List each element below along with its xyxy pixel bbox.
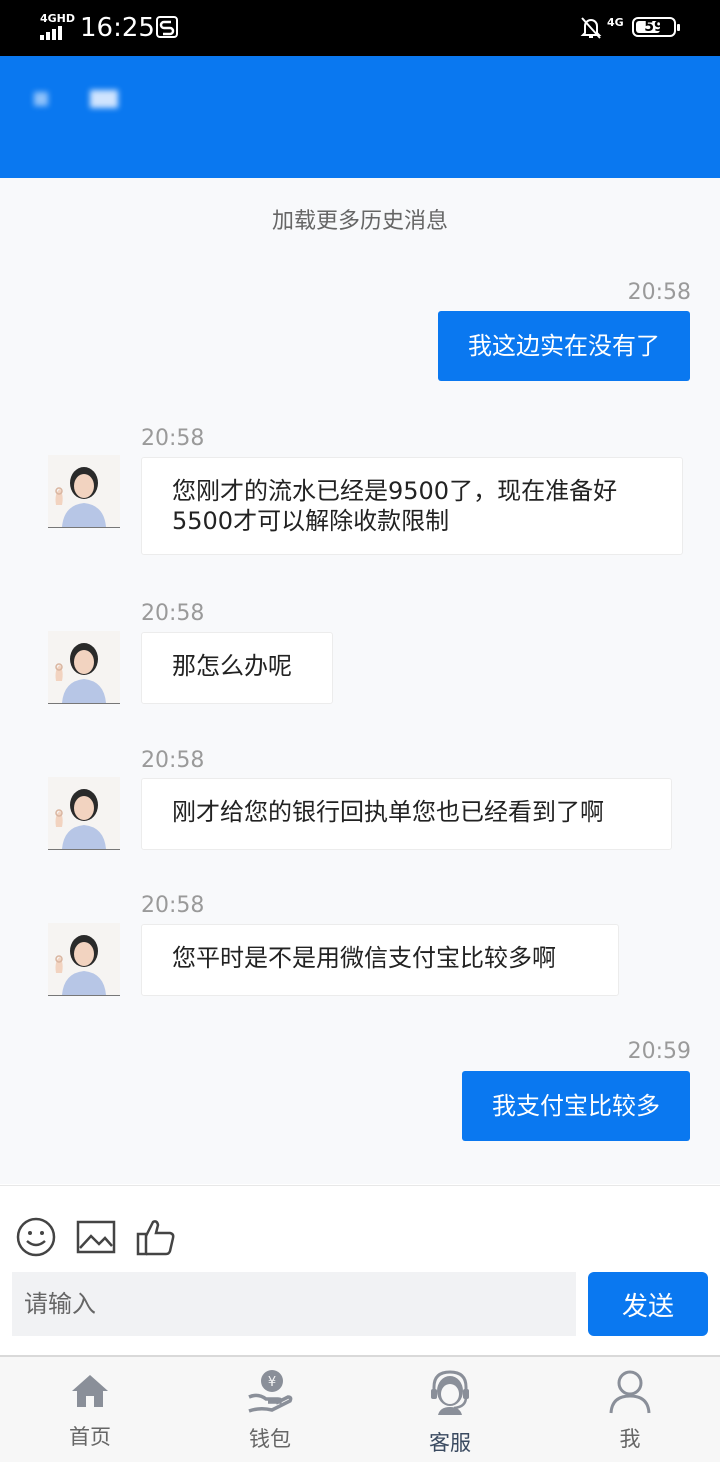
nav-item-home[interactable]: 首页 <box>0 1357 180 1462</box>
signal-icon <box>40 26 70 40</box>
wallet-icon: ¥ <box>248 1370 293 1413</box>
blurred-title-part <box>34 92 48 106</box>
home-icon <box>72 1375 108 1407</box>
bottom-nav: 首页 ¥ 钱包 客服 我 <box>0 1355 720 1462</box>
nav-item-profile[interactable]: 我 <box>540 1357 720 1462</box>
agent-avatar-image <box>48 455 120 527</box>
image-icon[interactable] <box>75 1216 117 1258</box>
message-timestamp: 20:59 <box>627 1039 691 1064</box>
emoji-icon[interactable] <box>15 1216 57 1258</box>
incoming-message[interactable]: 那怎么办呢 <box>141 632 333 704</box>
agent-avatar-image <box>48 631 120 703</box>
battery-icon: 59 <box>632 17 680 37</box>
agent-avatar[interactable] <box>48 777 120 850</box>
agent-avatar-image <box>48 777 120 849</box>
nav-item-customer-service[interactable]: 客服 <box>360 1357 540 1462</box>
incoming-message[interactable]: 您刚才的流水已经是9500了，现在准备好5500才可以解除收款限制 <box>141 457 683 555</box>
chat-header <box>0 56 720 178</box>
nav-label: 首页 <box>69 1425 111 1449</box>
status-bar: 4GHD 16:25 4G 59 <box>0 0 720 56</box>
blurred-title-part <box>90 90 118 108</box>
composer: 发送 <box>0 1185 720 1356</box>
message-timestamp: 20:58 <box>627 280 691 305</box>
network-type: 4GHD <box>40 12 76 25</box>
load-more-history-link[interactable]: 加载更多历史消息 <box>0 203 720 235</box>
nav-label: 钱包 <box>249 1427 291 1451</box>
message-timestamp: 20:58 <box>141 601 205 626</box>
mute-bell-icon <box>580 17 602 39</box>
chat-area[interactable]: 加载更多历史消息 20:58 我这边实在没有了 20:58 您刚才的流水已经是9… <box>0 178 720 1184</box>
sync-notification-icon <box>156 16 178 38</box>
outgoing-message[interactable]: 我这边实在没有了 <box>438 311 690 381</box>
message-timestamp: 20:58 <box>141 893 205 918</box>
network-type-secondary: 4G <box>607 16 624 29</box>
incoming-message[interactable]: 刚才给您的银行回执单您也已经看到了啊 <box>141 778 672 850</box>
message-input[interactable] <box>12 1272 576 1336</box>
thumbs-up-icon[interactable] <box>135 1216 177 1258</box>
incoming-message[interactable]: 您平时是不是用微信支付宝比较多啊 <box>141 924 619 996</box>
agent-avatar[interactable] <box>48 631 120 704</box>
send-button[interactable]: 发送 <box>588 1272 708 1336</box>
battery-level: 59 <box>644 19 664 35</box>
message-timestamp: 20:58 <box>141 748 205 773</box>
outgoing-message[interactable]: 我支付宝比较多 <box>462 1071 690 1141</box>
nav-item-wallet[interactable]: ¥ 钱包 <box>180 1357 360 1462</box>
agent-avatar[interactable] <box>48 923 120 996</box>
profile-icon <box>609 1370 651 1414</box>
nav-label: 客服 <box>429 1431 471 1455</box>
message-timestamp: 20:58 <box>141 426 205 451</box>
agent-avatar[interactable] <box>48 455 120 528</box>
agent-avatar-image <box>48 923 120 995</box>
customer-service-icon <box>431 1370 469 1415</box>
svg-text:¥: ¥ <box>268 1375 276 1390</box>
clock: 16:25 <box>80 13 155 43</box>
nav-label: 我 <box>619 1427 641 1451</box>
